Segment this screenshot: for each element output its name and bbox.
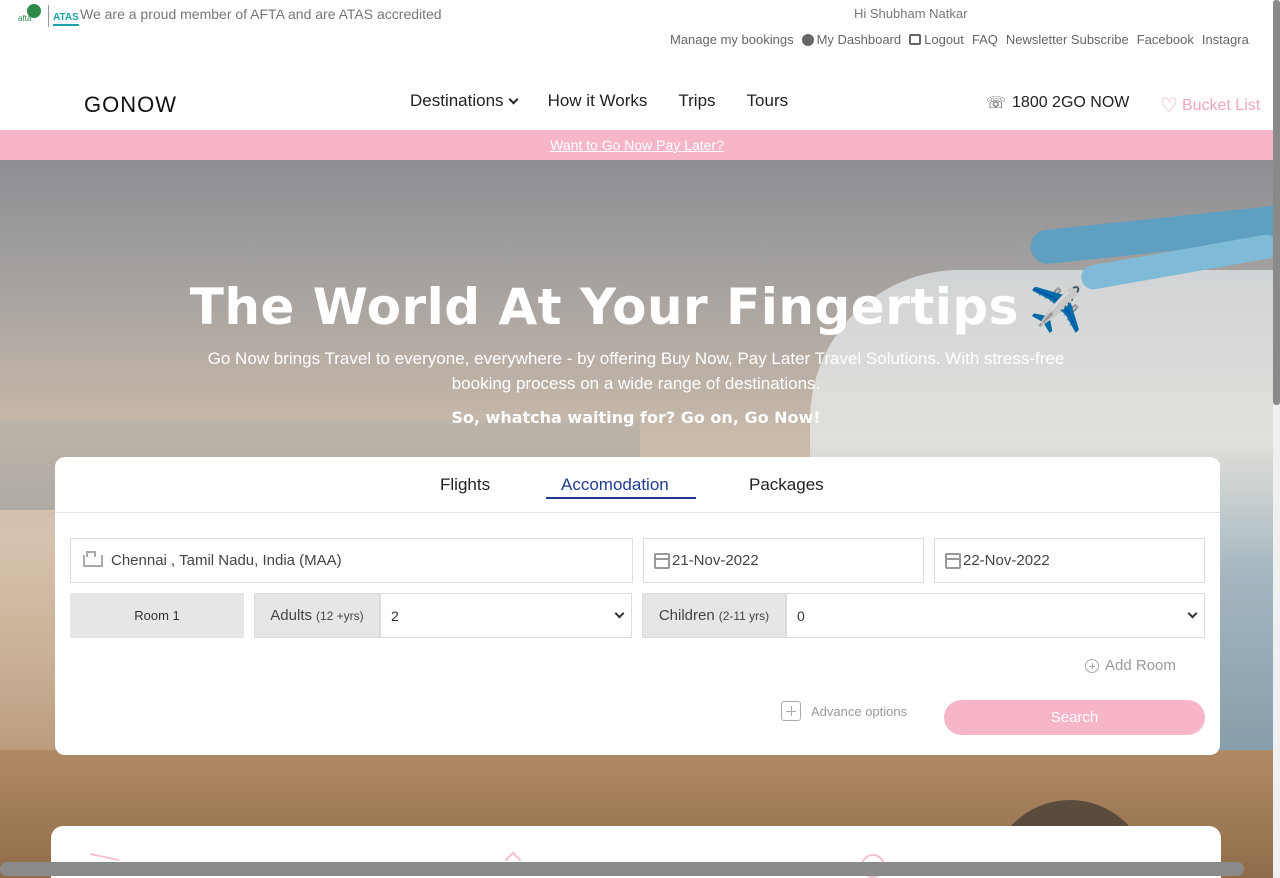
chevron-down-icon	[614, 608, 625, 619]
calendar-icon	[654, 552, 670, 569]
facebook-link[interactable]: Facebook	[1137, 32, 1194, 47]
checkout-value: 22-Nov-2022	[963, 552, 1050, 569]
horizontal-scrollbar[interactable]	[0, 862, 1244, 876]
main-navbar: GONOW Destinations How it Works Trips To…	[0, 62, 1280, 130]
adults-value: 2	[391, 607, 399, 624]
tab-accommodation[interactable]: Accomodation	[561, 475, 669, 495]
children-label-text: Children	[658, 607, 715, 624]
adults-label-text: Adults	[270, 607, 312, 624]
logout-icon	[909, 34, 922, 45]
room-label: Room 1	[70, 593, 244, 638]
phone-link[interactable]: ☏ 1800 2GO NOW	[986, 93, 1129, 113]
location-input[interactable]: Chennai , Tamil Nadu, India (MAA)	[70, 538, 633, 583]
advance-options-toggle[interactable]: Advance options	[781, 701, 907, 721]
instagram-link[interactable]: Instagra	[1202, 32, 1249, 47]
user-greeting: Hi Shubham Natkar	[854, 6, 968, 21]
faq-link[interactable]: FAQ	[972, 32, 998, 47]
logo-divider	[48, 5, 49, 27]
add-room-button[interactable]: Add Room	[1085, 657, 1176, 674]
search-tabs: Flights Accomodation Packages	[55, 457, 1220, 513]
phone-number: 1800 2GO NOW	[1012, 94, 1130, 111]
children-age-range: (2-11 yrs)	[718, 608, 770, 623]
heart-icon: ♡	[1160, 95, 1178, 117]
logout-link[interactable]: Logout	[909, 32, 964, 47]
nav-destinations-label: Destinations	[410, 91, 504, 110]
children-label: Children (2-11 yrs)	[642, 593, 786, 638]
advance-options-label: Advance options	[811, 703, 908, 719]
nav-tours[interactable]: Tours	[747, 91, 789, 111]
hero-title-text: The World At Your Fingertips	[189, 278, 1019, 336]
atas-logo: ATAS	[53, 12, 79, 26]
bucket-list-link[interactable]: ♡ Bucket List	[1160, 93, 1260, 118]
plus-square-icon	[781, 701, 801, 721]
hero-tagline: So, whatcha waiting for? Go on, Go Now!	[451, 408, 821, 427]
newsletter-link[interactable]: Newsletter Subscribe	[1006, 32, 1129, 47]
hero-section: The World At Your Fingertips ✈️ Go Now br…	[0, 160, 1274, 878]
top-links: Manage my bookings My Dashboard Logout F…	[670, 32, 1249, 47]
add-room-label: Add Room	[1105, 657, 1176, 674]
accreditation-logos: afta ATAS	[18, 4, 79, 28]
pay-later-link[interactable]: Want to Go Now Pay Later?	[550, 137, 724, 153]
checkin-value: 21-Nov-2022	[672, 552, 759, 569]
top-bar: afta ATAS We are a proud member of AFTA …	[0, 0, 1280, 62]
hero-subtitle: Go Now brings Travel to everyone, everyw…	[207, 349, 1065, 393]
children-select[interactable]: 0	[786, 593, 1205, 638]
vertical-scrollbar-thumb[interactable]	[1273, 0, 1280, 405]
phone-icon: ☏	[986, 95, 1007, 112]
search-button[interactable]: Search	[944, 700, 1205, 735]
tab-packages[interactable]: Packages	[749, 475, 824, 495]
membership-text: We are a proud member of AFTA and are AT…	[80, 6, 442, 22]
hero-title: The World At Your Fingertips ✈️	[0, 278, 1274, 336]
brand-logo[interactable]: GONOW	[84, 92, 177, 118]
chevron-down-icon	[1187, 608, 1198, 619]
adults-label: Adults (12 +yrs)	[254, 593, 380, 638]
dashboard-link[interactable]: My Dashboard	[801, 32, 902, 47]
adults-age-range: (12 +yrs)	[316, 608, 364, 623]
pay-later-banner: Want to Go Now Pay Later?	[0, 130, 1274, 160]
location-value: Chennai , Tamil Nadu, India (MAA)	[111, 552, 342, 569]
nav-destinations[interactable]: Destinations	[410, 91, 519, 111]
afta-logo: afta	[18, 4, 44, 28]
afta-logo-text: afta	[18, 14, 32, 23]
search-card: Flights Accomodation Packages Chennai , …	[55, 457, 1220, 755]
logout-link-label: Logout	[924, 32, 964, 47]
nav-how-it-works[interactable]: How it Works	[548, 91, 648, 111]
nav-trips[interactable]: Trips	[678, 91, 715, 111]
airplane-icon: ✈️	[1028, 284, 1085, 335]
calendar-icon	[945, 552, 961, 569]
adults-select[interactable]: 2	[380, 593, 632, 638]
dashboard-link-label: My Dashboard	[816, 32, 902, 47]
plus-circle-icon	[1085, 658, 1099, 673]
user-circle-icon	[801, 33, 814, 46]
checkin-date-input[interactable]: 21-Nov-2022	[643, 538, 924, 583]
nav-links: Destinations How it Works Trips Tours	[410, 91, 788, 111]
checkout-date-input[interactable]: 22-Nov-2022	[934, 538, 1205, 583]
bed-icon	[83, 550, 103, 567]
children-value: 0	[797, 607, 805, 624]
active-tab-indicator	[546, 497, 696, 499]
manage-bookings-link[interactable]: Manage my bookings	[670, 32, 794, 47]
tab-flights[interactable]: Flights	[440, 475, 490, 495]
chevron-down-icon	[508, 94, 519, 105]
bucket-list-label: Bucket List	[1181, 96, 1261, 114]
